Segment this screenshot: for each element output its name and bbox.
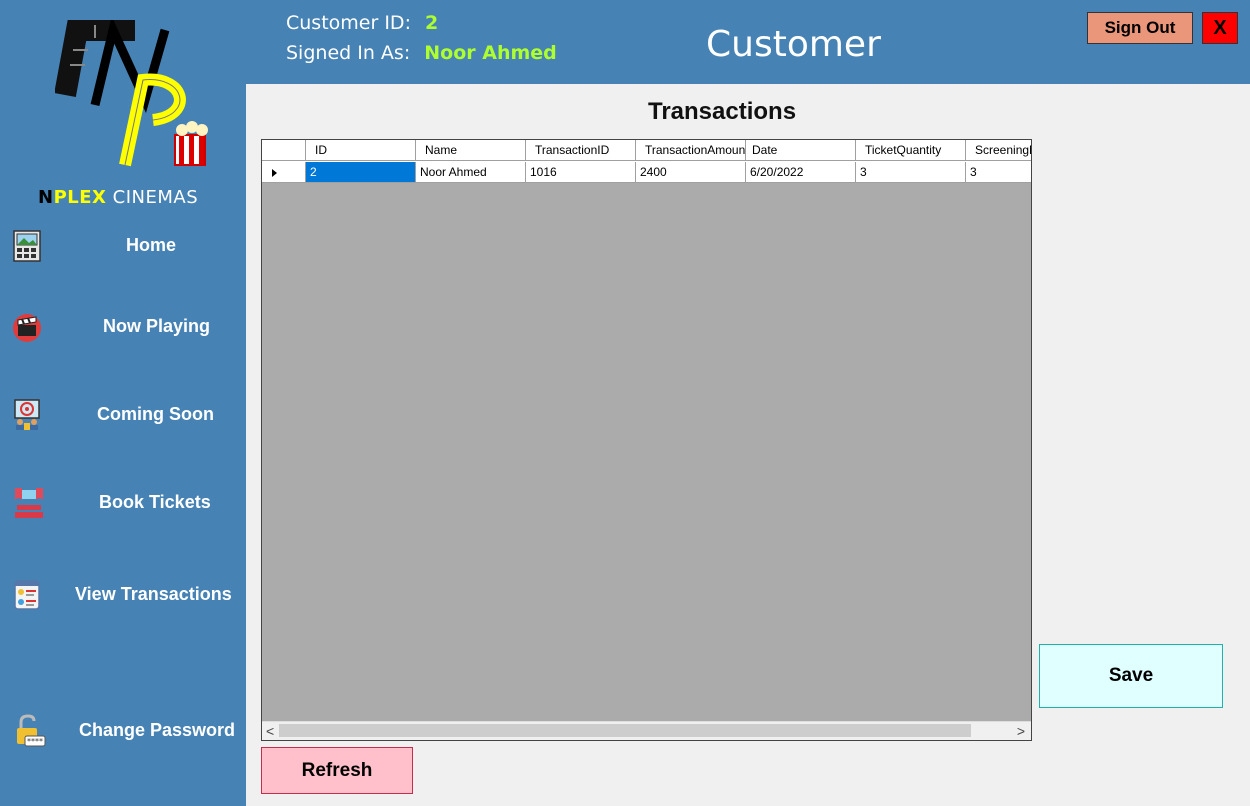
column-header[interactable]: ID <box>306 140 416 161</box>
main-panel: Transactions ID Name TransactionID Trans… <box>246 84 1250 806</box>
sidebar-item-home[interactable]: Home <box>0 221 246 271</box>
scrollbar-thumb[interactable] <box>279 724 971 737</box>
grid-cell[interactable]: 3 <box>966 162 1031 183</box>
sign-out-button[interactable]: Sign Out <box>1087 12 1193 44</box>
scroll-right-arrow[interactable]: > <box>1017 723 1025 739</box>
sidebar-item-book-tickets[interactable]: Book Tickets <box>0 478 246 528</box>
gallery-calendar-icon <box>13 230 41 262</box>
sidebar-item-label: Now Playing <box>103 316 211 336</box>
nplex-logo <box>55 20 208 167</box>
grid-cell[interactable]: 1016 <box>526 162 636 183</box>
sidebar-item-now-playing[interactable]: Now Playing <box>0 302 246 352</box>
save-button[interactable]: Save <box>1039 644 1223 708</box>
close-button[interactable]: X <box>1202 12 1238 44</box>
brand-initial: N <box>38 187 54 208</box>
brand-name: NPLEX CINEMAS <box>38 187 198 208</box>
signed-in-row: Signed In As: Noor Ahmed <box>286 42 557 64</box>
transactions-grid[interactable]: ID Name TransactionID TransactionAmount … <box>261 139 1032 741</box>
sidebar-item-label: Book Tickets <box>99 492 211 512</box>
page-title: Transactions <box>648 98 797 125</box>
refresh-button[interactable]: Refresh <box>261 747 413 794</box>
column-header[interactable]: Name <box>416 140 526 161</box>
column-header[interactable]: Date <box>746 140 856 161</box>
sidebar-item-label: Coming Soon <box>97 404 214 424</box>
column-header[interactable]: TransactionID <box>526 140 636 161</box>
audience-screen-icon <box>14 399 40 430</box>
sidebar-item-label: View Transactions <box>75 584 232 604</box>
grid-cell[interactable]: Noor Ahmed <box>416 162 526 183</box>
sidebar-item-coming-soon[interactable]: Coming Soon <box>0 390 246 440</box>
sidebar-item-label: Change Password <box>79 720 236 740</box>
sidebar-item-view-transactions[interactable]: View Transactions <box>0 570 246 620</box>
sidebar-item-change-password[interactable]: **** Change Password <box>0 706 246 756</box>
brand-cinemas: CINEMAS <box>106 187 199 208</box>
clapperboard-icon <box>13 314 41 342</box>
customer-id-label: Customer ID: <box>286 12 411 34</box>
signed-in-user: Noor Ahmed <box>424 42 557 64</box>
document-list-icon <box>14 580 40 610</box>
page-header-title: Customer <box>706 24 881 65</box>
svg-text:****: **** <box>27 737 43 746</box>
row-selector[interactable] <box>262 162 306 183</box>
signed-in-label: Signed In As: <box>286 42 411 64</box>
sidebar-item-label: Home <box>126 235 177 255</box>
grid-cell[interactable]: 3 <box>856 162 966 183</box>
column-header[interactable]: TicketQuantity <box>856 140 966 161</box>
customer-id-row: Customer ID: 2 <box>286 12 438 34</box>
grid-header: ID Name TransactionID TransactionAmount … <box>262 140 1031 162</box>
horizontal-scrollbar[interactable]: < > <box>262 721 1031 740</box>
grid-cell[interactable]: 2 <box>306 162 416 183</box>
grid-corner <box>262 140 306 161</box>
column-header[interactable]: TransactionAmount <box>636 140 746 161</box>
theater-seats-icon <box>15 488 43 518</box>
grid-cell[interactable]: 6/20/2022 <box>746 162 856 183</box>
row-pointer-icon <box>272 169 277 177</box>
brand-plex: PLEX <box>53 187 107 208</box>
scroll-left-arrow[interactable]: < <box>266 723 274 739</box>
padlock-password-icon: **** <box>17 714 46 747</box>
column-header[interactable]: ScreeningN <box>966 140 1031 161</box>
sidebar: NPLEX CINEMAS Home Now Playing Coming So… <box>0 0 246 806</box>
grid-cell[interactable]: 2400 <box>636 162 746 183</box>
customer-id-value: 2 <box>425 12 439 34</box>
